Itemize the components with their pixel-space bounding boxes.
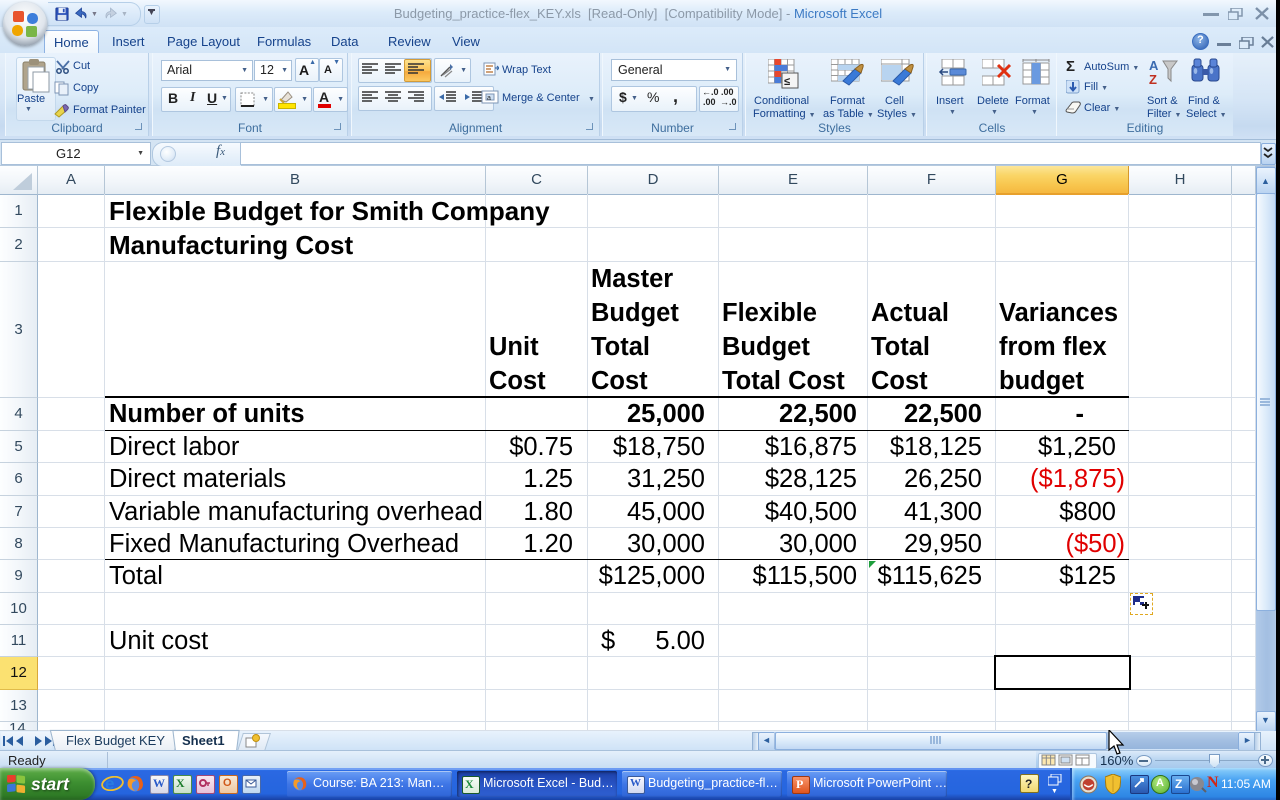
svg-text:≤: ≤ <box>784 76 790 88</box>
svg-text:a: a <box>487 95 491 102</box>
svg-text:A: A <box>1149 58 1159 73</box>
svg-text:Z: Z <box>1149 72 1157 87</box>
